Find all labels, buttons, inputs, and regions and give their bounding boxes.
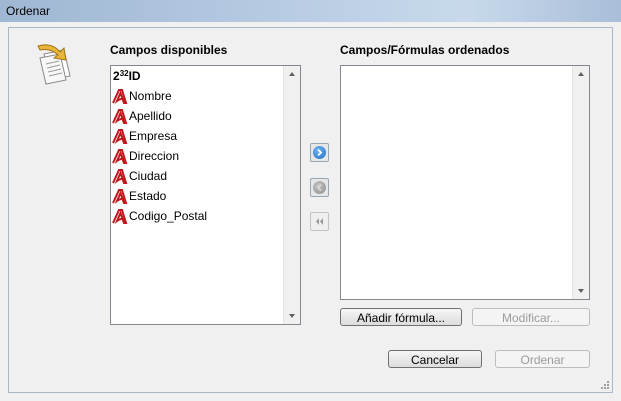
resize-grip-icon[interactable]: [600, 380, 610, 390]
scroll-down-arrow-icon[interactable]: [289, 314, 295, 318]
available-fields-items: 232ID Nombre Apellido Empresa Direccion …: [111, 66, 283, 324]
double-arrow-left-icon: [316, 218, 323, 225]
title-bar: Ordenar: [0, 0, 621, 22]
sorted-list-scrollbar[interactable]: [572, 66, 589, 299]
list-item[interactable]: 232ID: [111, 66, 283, 86]
sort-button[interactable]: Ordenar: [495, 350, 590, 368]
list-item[interactable]: Estado: [111, 186, 283, 206]
list-item[interactable]: Nombre: [111, 86, 283, 106]
arrow-right-icon: [313, 146, 326, 159]
scroll-up-arrow-icon[interactable]: [289, 72, 295, 76]
window-title: Ordenar: [6, 4, 51, 18]
arrow-left-icon: [313, 181, 326, 194]
text-type-icon: [112, 189, 128, 204]
list-item[interactable]: Ciudad: [111, 166, 283, 186]
list-item[interactable]: Codigo_Postal: [111, 206, 283, 226]
scroll-up-arrow-icon[interactable]: [578, 72, 584, 76]
available-fields-list[interactable]: 232ID Nombre Apellido Empresa Direccion …: [110, 65, 301, 325]
text-type-icon: [112, 169, 128, 184]
sort-documents-icon: [37, 44, 71, 85]
sorted-fields-items: [341, 66, 572, 299]
add-formula-button[interactable]: Añadir fórmula...: [340, 308, 462, 326]
sort-dialog: Campos disponibles 232ID Nombre Apellido…: [8, 27, 613, 393]
remove-field-button[interactable]: [310, 178, 329, 197]
available-fields-label: Campos disponibles: [110, 43, 228, 57]
text-type-icon: [112, 209, 128, 224]
sorted-fields-label: Campos/Fórmulas ordenados: [340, 43, 510, 57]
list-item[interactable]: Direccion: [111, 146, 283, 166]
number-type-icon: 232: [113, 69, 129, 83]
text-type-icon: [112, 129, 128, 144]
add-field-button[interactable]: [310, 143, 329, 162]
available-list-scrollbar[interactable]: [283, 66, 300, 324]
remove-all-fields-button[interactable]: [310, 212, 329, 231]
modify-button[interactable]: Modificar...: [472, 308, 590, 326]
text-type-icon: [112, 149, 128, 164]
scroll-down-arrow-icon[interactable]: [578, 289, 584, 293]
list-item[interactable]: Apellido: [111, 106, 283, 126]
list-item[interactable]: Empresa: [111, 126, 283, 146]
text-type-icon: [112, 109, 128, 124]
text-type-icon: [112, 89, 128, 104]
sorted-fields-list[interactable]: [340, 65, 590, 300]
cancel-button[interactable]: Cancelar: [388, 350, 482, 368]
